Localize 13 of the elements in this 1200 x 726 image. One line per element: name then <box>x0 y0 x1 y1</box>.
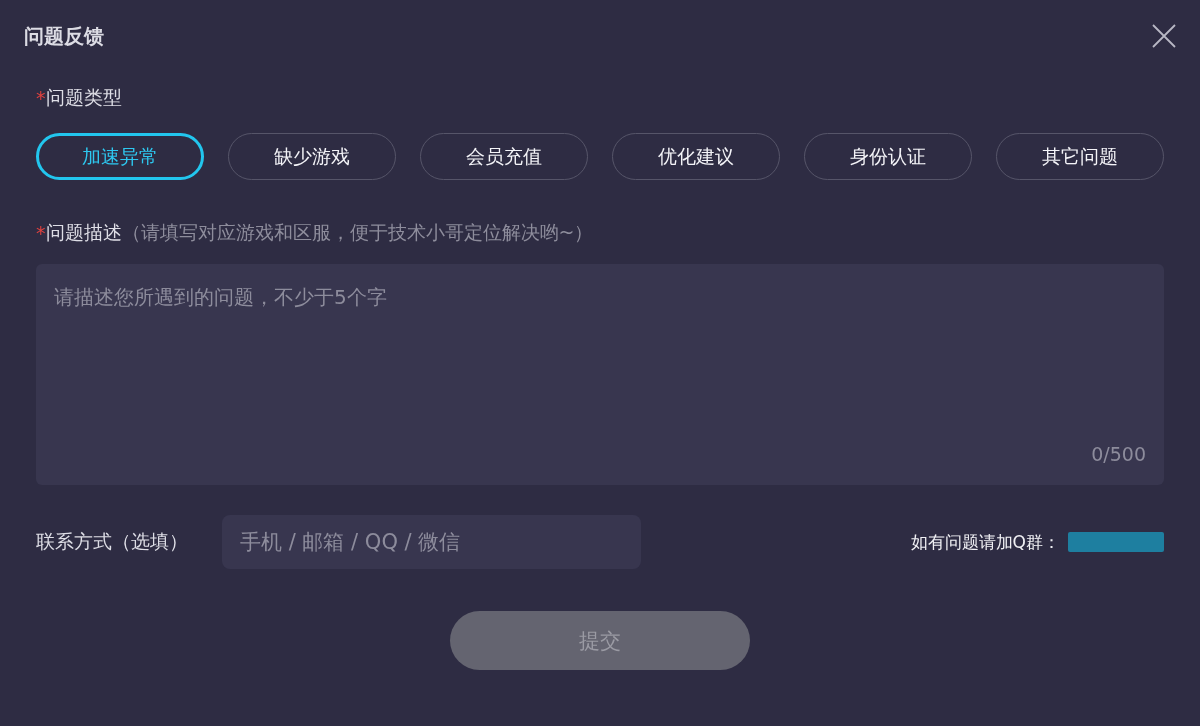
required-mark: * <box>36 222 46 244</box>
section-label: 问题描述 <box>45 220 122 245</box>
section-label: 问题类型 <box>45 85 122 110</box>
close-button[interactable] <box>1152 24 1176 48</box>
character-counter: 0/500 <box>1091 443 1146 465</box>
contact-field[interactable]: 手机 / 邮箱 / QQ / 微信 <box>222 515 641 569</box>
hint-text: （请填写对应游戏和区服，便于技术小哥定位解决哟~） <box>121 220 594 245</box>
group-text: 如有问题请加Q群： <box>910 530 1060 554</box>
category-option[interactable]: 加速异常 <box>36 133 204 180</box>
window-title: 问题反馈 <box>24 22 104 50</box>
contact-label: 联系方式（选填） <box>36 529 189 554</box>
required-mark: * <box>36 87 46 109</box>
close-icon <box>1152 24 1176 48</box>
